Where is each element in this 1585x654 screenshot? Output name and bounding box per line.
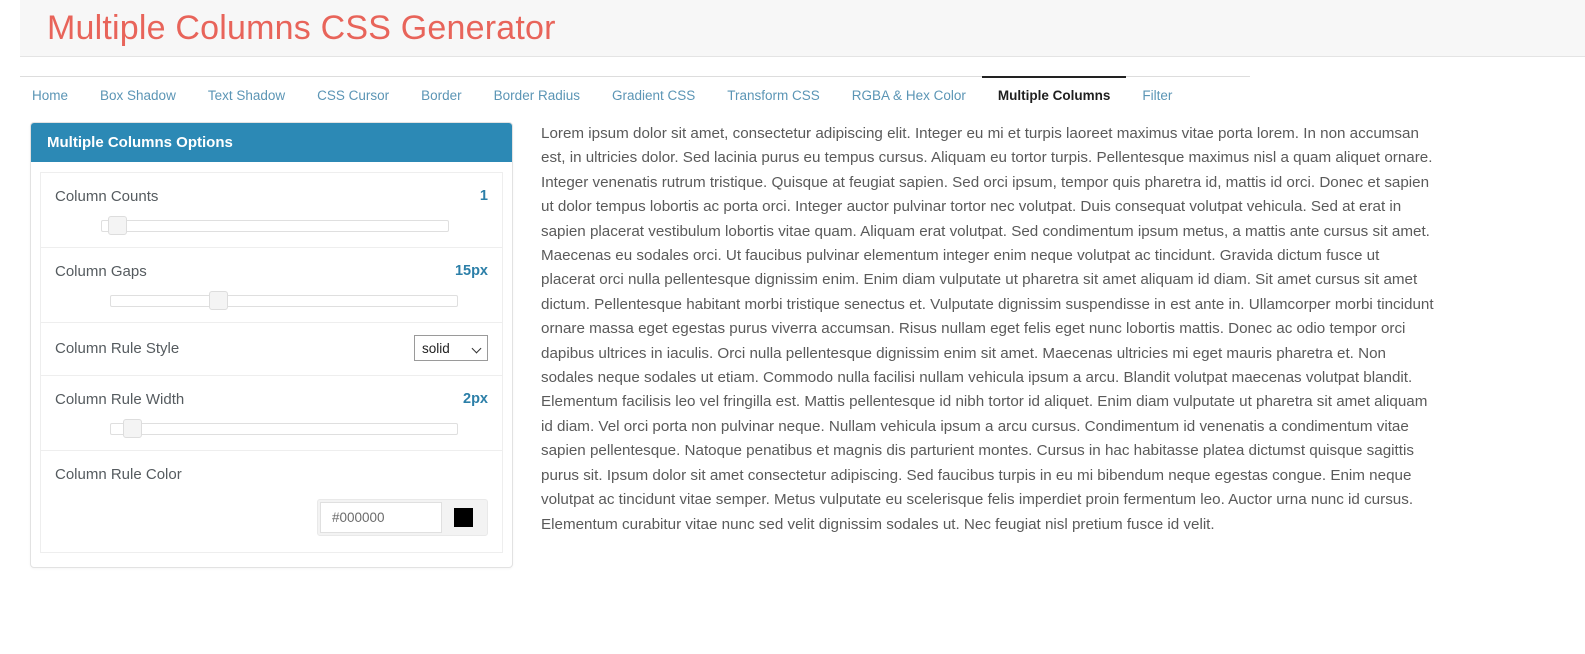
preview-text: Lorem ipsum dolor sit amet, consectetur … — [541, 125, 1434, 533]
option-row-column-rule-color: Column Rule Color #000000 — [41, 451, 502, 553]
nav-tab-css-cursor[interactable]: CSS Cursor — [301, 76, 406, 111]
option-value-column-gaps: 15px — [454, 263, 488, 279]
option-value-column-rule-width: 2px — [463, 391, 488, 407]
nav-tab-gradient-css[interactable]: Gradient CSS — [595, 76, 712, 111]
slider-handle-column-counts[interactable] — [108, 216, 127, 235]
option-row-column-counts: Column Counts 1 — [41, 173, 502, 248]
site-header: Multiple Columns CSS Generator — [20, 0, 1585, 57]
option-label-column-gaps: Column Gaps — [55, 262, 147, 280]
option-row-column-rule-width: Column Rule Width 2px — [41, 376, 502, 451]
slider-track-column-counts — [101, 220, 449, 232]
color-swatch-button[interactable] — [442, 502, 485, 533]
nav-tab-list: Home Box Shadow Text Shadow CSS Cursor Borde… — [20, 76, 1585, 114]
options-panel-body: Column Counts 1 Column Gaps 15px Column … — [31, 162, 512, 553]
nav-tab-home[interactable]: Home — [20, 76, 85, 111]
slider-handle-column-gaps[interactable] — [209, 291, 228, 310]
page-root: Multiple Columns CSS Generator Home Box S… — [0, 0, 1585, 654]
nav-tab-text-shadow[interactable]: Text Shadow — [191, 76, 302, 111]
chevron-down-icon — [473, 344, 482, 353]
options-panel-title: Multiple Columns Options — [31, 123, 512, 162]
main-navigation: Home Box Shadow Text Shadow CSS Cursor Borde… — [20, 76, 1585, 114]
page-title: Multiple Columns CSS Generator — [47, 8, 556, 47]
nav-tab-box-shadow[interactable]: Box Shadow — [84, 76, 192, 111]
option-header-column-rule-width: Column Rule Width 2px — [55, 388, 488, 410]
option-row-column-rule-style: Column Rule Style solid — [41, 323, 502, 376]
options-list: Column Counts 1 Column Gaps 15px Column … — [40, 172, 503, 553]
slider-handle-column-rule-width[interactable] — [123, 419, 142, 438]
option-header-column-rule-color: Column Rule Color — [55, 463, 488, 485]
select-column-rule-style[interactable]: solid — [414, 335, 488, 361]
nav-tab-transform-css[interactable]: Transform CSS — [711, 76, 836, 111]
select-value-column-rule-style: solid — [422, 340, 450, 356]
nav-trailing-rule — [1188, 76, 1251, 77]
color-swatch-icon — [454, 508, 473, 527]
nav-tab-border-radius[interactable]: Border Radius — [477, 76, 596, 111]
option-header-column-gaps: Column Gaps 15px — [55, 260, 488, 282]
options-panel: Multiple Columns Options Column Counts 1 — [30, 122, 513, 568]
option-label-column-rule-style: Column Rule Style — [55, 339, 180, 357]
slider-column-rule-width[interactable] — [110, 419, 458, 438]
option-header-column-rule-style: Column Rule Style solid — [55, 335, 488, 361]
color-hex-input[interactable]: #000000 — [320, 502, 442, 533]
slider-track-column-rule-width — [110, 423, 458, 435]
nav-tab-filter[interactable]: Filter — [1126, 76, 1189, 111]
option-label-column-rule-width: Column Rule Width — [55, 390, 185, 408]
slider-column-counts[interactable] — [101, 216, 449, 235]
nav-tab-rgba-hex-color[interactable]: RGBA & Hex Color — [835, 76, 982, 111]
color-input-inner: #000000 — [317, 499, 488, 536]
nav-tab-border[interactable]: Border — [405, 76, 478, 111]
option-row-column-gaps: Column Gaps 15px — [41, 248, 502, 323]
color-input-group: #000000 — [55, 499, 488, 536]
option-header-column-counts: Column Counts 1 — [55, 185, 488, 207]
option-label-column-counts: Column Counts — [55, 187, 159, 205]
option-value-column-counts: 1 — [479, 188, 488, 204]
nav-tab-multiple-columns[interactable]: Multiple Columns — [981, 76, 1127, 111]
slider-column-gaps[interactable] — [110, 291, 458, 310]
slider-track-column-gaps — [110, 295, 458, 307]
option-label-column-rule-color: Column Rule Color — [55, 465, 182, 483]
